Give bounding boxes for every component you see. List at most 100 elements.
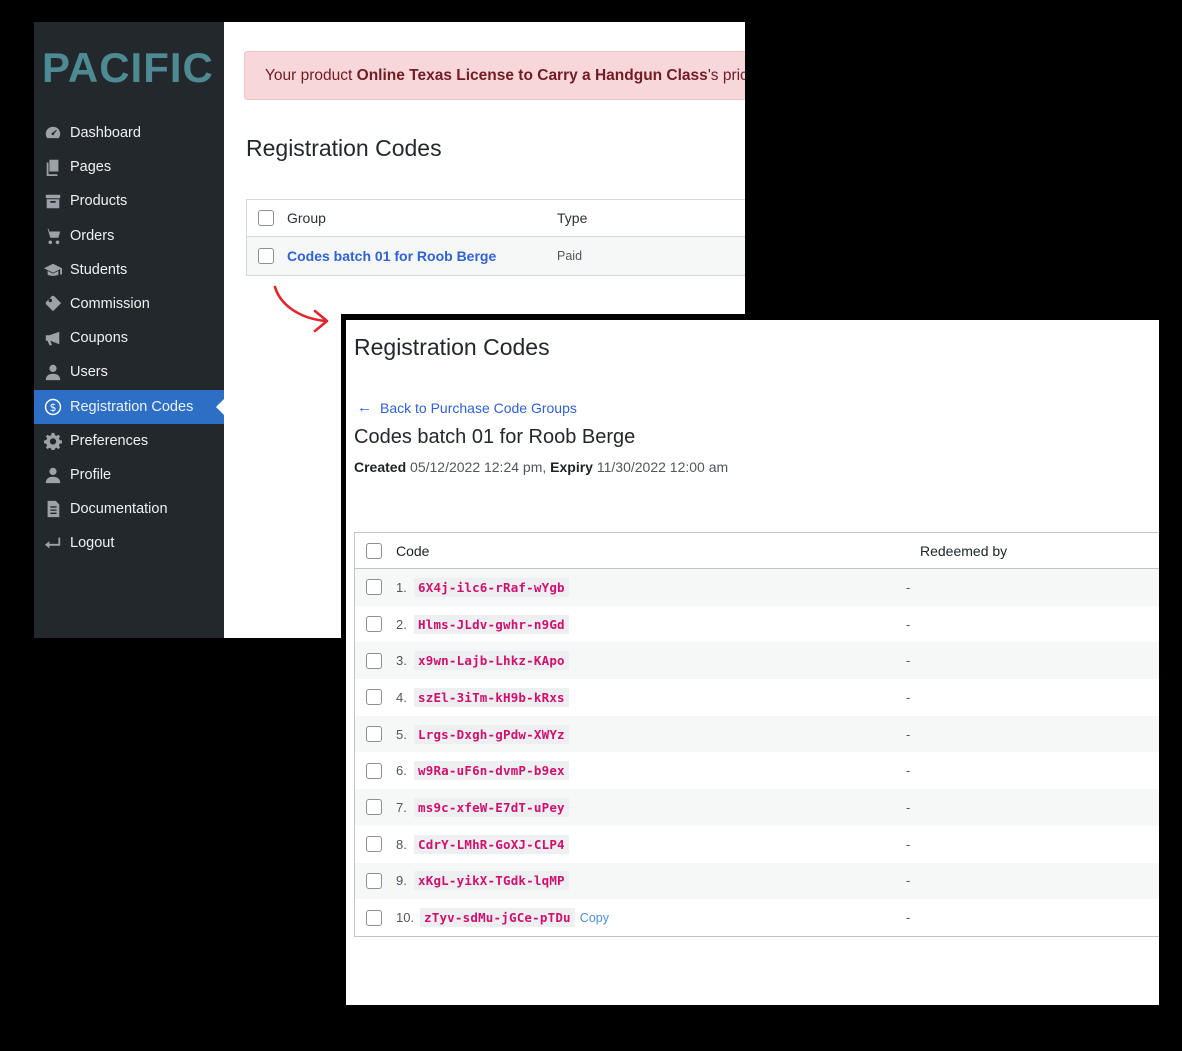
archive-icon bbox=[43, 191, 63, 211]
copy-button[interactable]: Copy bbox=[580, 911, 609, 925]
row-checkbox[interactable] bbox=[366, 836, 382, 853]
row-checkbox[interactable] bbox=[366, 762, 382, 779]
sidebar-item-label: Products bbox=[70, 193, 128, 209]
price-notice: Your product Online Texas License to Car… bbox=[244, 51, 745, 100]
sidebar-item-label: Pages bbox=[70, 159, 112, 175]
cart-icon bbox=[43, 226, 63, 246]
type-column-header: Type bbox=[557, 210, 588, 226]
expiry-label: Expiry bbox=[550, 459, 593, 475]
sidebar-item-label: Documentation bbox=[70, 501, 168, 517]
table-row: 3. x9wn-Lajb-Lhkz-KApo - bbox=[355, 642, 1159, 680]
table-row: 6. w9Ra-uF6n-dvmP-b9ex - bbox=[355, 752, 1159, 789]
registration-code: CdrY-LMhR-GoXJ-CLP4 bbox=[414, 834, 569, 854]
redeemed-by-cell: - bbox=[906, 763, 911, 779]
row-number: 3. bbox=[396, 653, 407, 669]
sidebar-item-label: Preferences bbox=[70, 433, 149, 449]
code-column-header: Code bbox=[396, 542, 430, 559]
row-checkbox[interactable] bbox=[366, 689, 382, 706]
sidebar-item-registration-codes[interactable]: $ Registration Codes bbox=[34, 390, 224, 424]
table-header: Group Type bbox=[247, 200, 745, 237]
page-title: Registration Codes bbox=[354, 334, 550, 360]
redeemed-by-cell: - bbox=[906, 653, 911, 669]
dollar-icon: $ bbox=[43, 397, 63, 417]
registration-code: ms9c-xfeW-E7dT-uPey bbox=[414, 797, 569, 817]
sidebar-item-commission[interactable]: Commission bbox=[34, 287, 224, 321]
table-row: Codes batch 01 for Roob Berge Paid bbox=[247, 237, 745, 275]
registration-code: xKgL-yikX-TGdk-lqMP bbox=[414, 871, 569, 891]
row-number: 10. bbox=[396, 910, 415, 926]
row-checkbox[interactable] bbox=[366, 579, 382, 596]
row-number: 2. bbox=[396, 616, 407, 632]
redeemed-by-cell: - bbox=[906, 689, 911, 705]
registration-code: zTyv-sdMu-jGCe-pTDu bbox=[420, 908, 575, 928]
sidebar-item-orders[interactable]: Orders bbox=[34, 219, 224, 253]
graduation-cap-icon bbox=[43, 260, 63, 280]
row-number: 7. bbox=[396, 799, 407, 815]
row-number: 5. bbox=[396, 726, 407, 742]
notice-product: Online Texas License to Carry a Handgun … bbox=[356, 67, 708, 84]
row-number: 9. bbox=[396, 873, 407, 889]
back-to-groups-link[interactable]: ← Back to Purchase Code Groups bbox=[357, 399, 577, 416]
redeemed-by-cell: - bbox=[906, 910, 911, 926]
select-all-checkbox[interactable] bbox=[258, 210, 274, 226]
sidebar-item-label: Dashboard bbox=[70, 125, 141, 141]
row-checkbox[interactable] bbox=[366, 872, 382, 889]
table-row: 8. CdrY-LMhR-GoXJ-CLP4 - bbox=[355, 826, 1159, 863]
registration-code: Lrgs-Dxgh-gPdw-XWYz bbox=[414, 724, 569, 744]
table-row: 4. szEl-3iTm-kH9b-kRxs - bbox=[355, 679, 1159, 716]
sidebar-item-dashboard[interactable]: Dashboard bbox=[34, 116, 224, 150]
logo: PACIFIC bbox=[42, 44, 214, 91]
sidebar-item-documentation[interactable]: Documentation bbox=[34, 492, 224, 526]
table-header: Code Redeemed by bbox=[355, 533, 1159, 569]
codes-window: Registration Codes ← Back to Purchase Co… bbox=[341, 314, 1159, 1005]
sidebar-item-products[interactable]: Products bbox=[34, 184, 224, 218]
page-title: Registration Codes bbox=[246, 135, 442, 161]
user-icon bbox=[43, 362, 63, 382]
sidebar: PACIFIC Dashboard Pages Products Orders Stud… bbox=[34, 22, 224, 638]
created-value: 05/12/2022 12:24 pm, bbox=[410, 459, 547, 475]
redeemed-by-cell: - bbox=[906, 799, 911, 815]
back-link-label: Back to Purchase Code Groups bbox=[380, 399, 577, 416]
redeemed-column-header: Redeemed by bbox=[920, 542, 1008, 559]
sidebar-item-preferences[interactable]: Preferences bbox=[34, 424, 224, 458]
row-number: 6. bbox=[396, 763, 407, 779]
curved-arrow-icon bbox=[273, 285, 329, 333]
dashboard-icon bbox=[43, 123, 63, 143]
sidebar-item-users[interactable]: Users bbox=[34, 355, 224, 389]
user-icon bbox=[43, 465, 63, 485]
sidebar-item-logout[interactable]: Logout bbox=[34, 526, 224, 560]
table-row: 5. Lrgs-Dxgh-gPdw-XWYz - bbox=[355, 715, 1159, 753]
notice-suffix: 's price bbox=[707, 67, 745, 84]
sidebar-item-profile[interactable]: Profile bbox=[34, 458, 224, 492]
registration-code: Hlms-JLdv-gwhr-n9Gd bbox=[414, 614, 569, 634]
notice-prefix: Your product bbox=[265, 67, 357, 84]
select-all-checkbox[interactable] bbox=[366, 542, 382, 559]
row-checkbox[interactable] bbox=[366, 799, 382, 816]
codes-table: Code Redeemed by 1. 6X4j-ilc6-rRaf-wYgb - 2… bbox=[354, 532, 1159, 937]
registration-code: x9wn-Lajb-Lhkz-KApo bbox=[414, 651, 569, 671]
table-row: 2. Hlms-JLdv-gwhr-n9Gd - bbox=[355, 606, 1159, 643]
row-checkbox[interactable] bbox=[366, 652, 382, 669]
row-number: 1. bbox=[396, 579, 407, 595]
group-link[interactable]: Codes batch 01 for Roob Berge bbox=[287, 248, 496, 264]
svg-text:$: $ bbox=[50, 401, 57, 414]
sidebar-item-students[interactable]: Students bbox=[34, 253, 224, 287]
registration-code: szEl-3iTm-kH9b-kRxs bbox=[414, 687, 569, 707]
sidebar-item-pages[interactable]: Pages bbox=[34, 150, 224, 184]
table-row: 10. zTyv-sdMu-jGCe-pTDu Copy - bbox=[355, 899, 1159, 936]
sidebar-item-label: Logout bbox=[70, 535, 115, 551]
sidebar-item-coupons[interactable]: Coupons bbox=[34, 321, 224, 355]
megaphone-icon bbox=[43, 328, 63, 348]
gear-icon bbox=[43, 431, 63, 451]
row-checkbox[interactable] bbox=[258, 248, 274, 264]
row-checkbox[interactable] bbox=[366, 726, 382, 743]
registration-code: 6X4j-ilc6-rRaf-wYgb bbox=[414, 577, 569, 597]
table-row: 1. 6X4j-ilc6-rRaf-wYgb - bbox=[355, 569, 1159, 606]
type-cell: Paid bbox=[557, 249, 583, 263]
row-checkbox[interactable] bbox=[366, 616, 382, 633]
sidebar-item-label: Coupons bbox=[70, 330, 129, 346]
row-checkbox[interactable] bbox=[366, 909, 382, 926]
arrow-left-icon: ← bbox=[357, 399, 372, 416]
sidebar-item-label: Orders bbox=[70, 228, 115, 244]
expiry-value: 11/30/2022 12:00 am bbox=[596, 459, 729, 475]
